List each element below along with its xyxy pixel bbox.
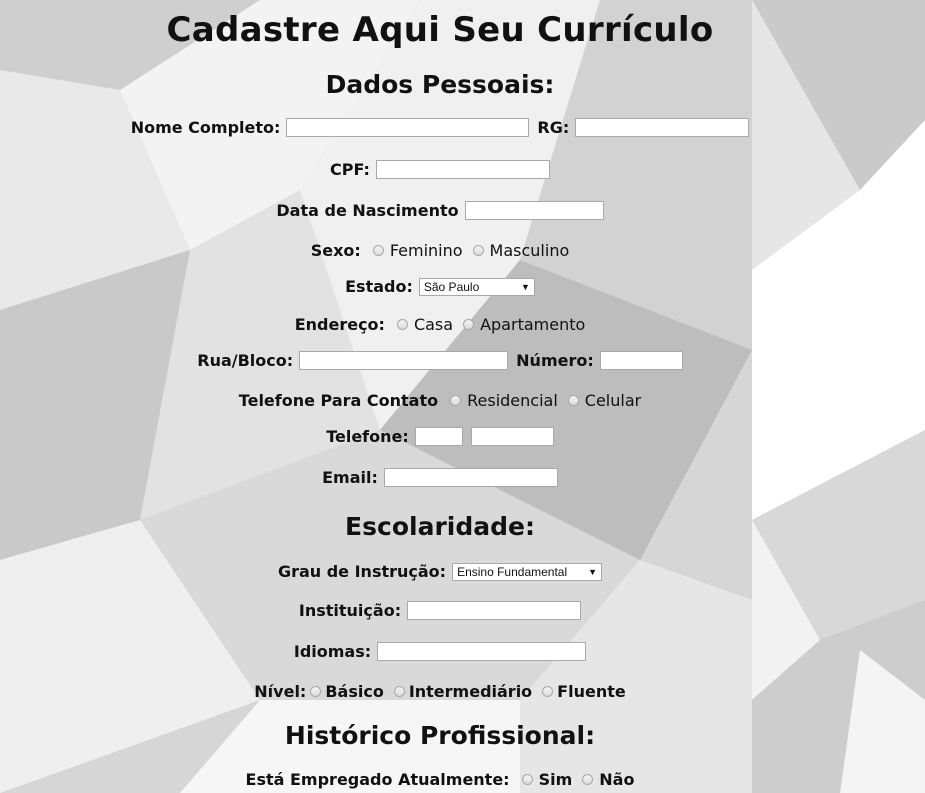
row-rua-numero: Rua/Bloco: Número: [0, 351, 880, 370]
telefone-ddd-input[interactable] [414, 427, 463, 446]
row-endereco: Endereço: Casa Apartamento [0, 315, 880, 334]
section-personal-heading: Dados Pessoais: [325, 70, 555, 99]
sexo-masculino-radio[interactable] [472, 245, 484, 256]
grau-select-value: Ensino Fundamental [457, 564, 568, 579]
sexo-label: Sexo: [310, 241, 361, 260]
endereco-apartamento-label: Apartamento [480, 315, 586, 334]
endereco-casa-radio[interactable] [396, 319, 408, 330]
grau-select[interactable]: Ensino Fundamental ▼ [452, 562, 603, 581]
email-input[interactable] [383, 468, 558, 487]
row-nascimento: Data de Nascimento [0, 201, 880, 220]
nivel-fluente-label: Fluente [557, 682, 626, 701]
contato-celular-label: Celular [584, 391, 642, 410]
chevron-down-icon: ▼ [520, 281, 530, 292]
email-label: Email: [322, 468, 378, 487]
nivel-intermediario-label: Intermediário [408, 682, 533, 701]
rua-input[interactable] [299, 351, 509, 370]
row-grau: Grau de Instrução: Ensino Fundamental ▼ [0, 562, 880, 581]
row-contato: Telefone Para Contato Residencial Celula… [0, 391, 880, 410]
endereco-label: Endereço: [294, 315, 385, 334]
grau-label: Grau de Instrução: [277, 562, 447, 581]
nivel-basico-label: Básico [325, 682, 384, 701]
telefone-numero-input[interactable] [470, 427, 554, 446]
row-telefone: Telefone: [0, 427, 880, 446]
contato-label: Telefone Para Contato [238, 391, 439, 410]
nascimento-input[interactable] [464, 201, 604, 220]
nivel-fluente-radio[interactable] [542, 686, 554, 697]
nascimento-label: Data de Nascimento [276, 201, 459, 220]
endereco-casa-label: Casa [413, 315, 454, 334]
telefone-label: Telefone: [326, 427, 409, 446]
numero-input[interactable] [599, 351, 683, 370]
row-sexo: Sexo: Feminino Masculino [0, 241, 880, 260]
idiomas-input[interactable] [377, 642, 587, 661]
contato-residencial-radio[interactable] [450, 395, 462, 406]
resume-form: Cadastre Aqui Seu Currículo Dados Pessoa… [0, 0, 925, 793]
row-estado: Estado: São Paulo ▼ [0, 277, 880, 296]
row-nome-rg: Nome Completo: RG: [0, 118, 880, 137]
nome-label: Nome Completo: [130, 118, 281, 137]
instituicao-input[interactable] [407, 601, 582, 620]
empregado-sim-radio[interactable] [521, 774, 533, 785]
estado-select-value: São Paulo [423, 279, 480, 294]
row-cpf: CPF: [0, 160, 880, 179]
sexo-masculino-label: Masculino [489, 241, 570, 260]
contato-celular-radio[interactable] [567, 395, 579, 406]
estado-label: Estado: [345, 277, 413, 296]
section-history-heading: Histórico Profissional: [284, 721, 596, 750]
contato-residencial-label: Residencial [467, 391, 558, 410]
nivel-label: Nível: [254, 682, 307, 701]
cpf-label: CPF: [330, 160, 370, 179]
page-title: Cadastre Aqui Seu Currículo [166, 10, 714, 50]
row-idiomas: Idiomas: [0, 642, 880, 661]
sexo-feminino-radio[interactable] [372, 245, 384, 256]
nivel-intermediario-radio[interactable] [393, 686, 405, 697]
idiomas-label: Idiomas: [293, 642, 372, 661]
row-email: Email: [0, 468, 880, 487]
row-empregado: Está Empregado Atualmente: Sim Não [0, 770, 880, 789]
section-education-heading: Escolaridade: [345, 512, 535, 541]
nome-input[interactable] [286, 118, 530, 137]
empregado-nao-label: Não [599, 770, 635, 789]
rua-label: Rua/Bloco: [197, 351, 294, 370]
empregado-label: Está Empregado Atualmente: [245, 770, 510, 789]
empregado-sim-label: Sim [538, 770, 573, 789]
rg-input[interactable] [575, 118, 750, 137]
rg-label: RG: [537, 118, 570, 137]
chevron-down-icon: ▼ [588, 566, 598, 577]
endereco-apartamento-radio[interactable] [463, 319, 475, 330]
row-instituicao: Instituição: [0, 601, 880, 620]
nivel-basico-radio[interactable] [310, 686, 322, 697]
numero-label: Número: [516, 351, 594, 370]
estado-select[interactable]: São Paulo ▼ [418, 277, 535, 296]
empregado-nao-radio[interactable] [582, 774, 594, 785]
row-nivel: Nível: Básico Intermediário Fluente [0, 682, 880, 701]
cpf-input[interactable] [375, 160, 550, 179]
instituicao-label: Instituição: [298, 601, 402, 620]
sexo-feminino-label: Feminino [389, 241, 463, 260]
